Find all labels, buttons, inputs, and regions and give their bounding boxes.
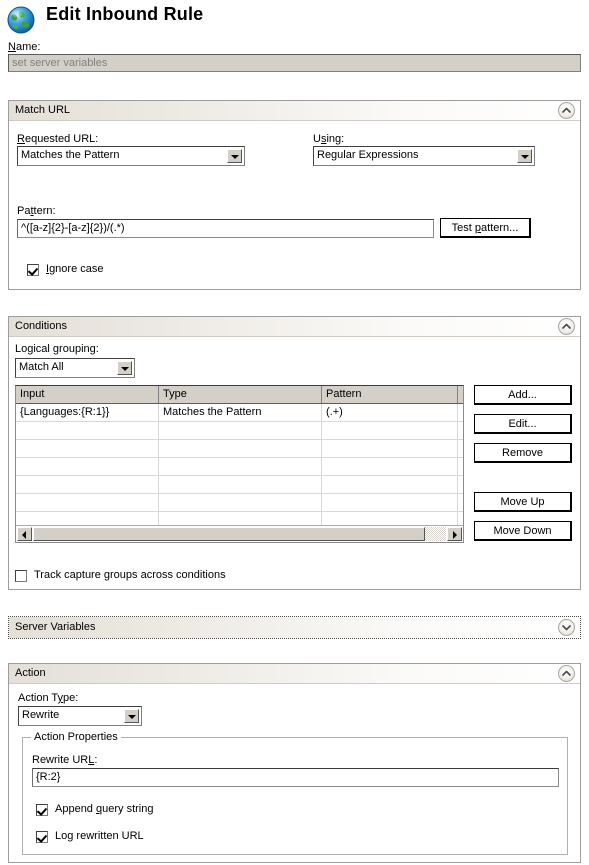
requested-url-value: Matches the Pattern <box>21 149 120 161</box>
globe-icon <box>7 6 35 34</box>
column-header-pattern[interactable]: Pattern <box>322 386 458 403</box>
name-input[interactable]: set server variables <box>8 54 581 72</box>
conditions-title: Conditions <box>15 320 67 332</box>
requested-url-select[interactable]: Matches the Pattern <box>17 146 245 166</box>
table-header-row: Input Type Pattern <box>16 386 463 404</box>
scroll-right-arrow-icon[interactable] <box>447 527 462 541</box>
logical-grouping-label: Logical grouping: <box>15 343 99 355</box>
match-url-title: Match URL <box>15 104 71 116</box>
server-variables-header[interactable]: Server Variables <box>9 617 580 638</box>
checkbox-box <box>36 804 48 816</box>
chevron-down-icon[interactable] <box>517 149 532 163</box>
action-type-select[interactable]: Rewrite <box>18 706 142 726</box>
chevron-down-icon[interactable] <box>117 361 132 375</box>
page-title: Edit Inbound Rule <box>46 4 204 24</box>
chevron-up-icon[interactable] <box>558 102 575 119</box>
action-header: Action <box>9 664 580 684</box>
table-row[interactable]: {Languages:{R:1}} Matches the Pattern (.… <box>16 404 463 422</box>
table-row[interactable] <box>16 422 463 440</box>
table-row[interactable] <box>16 476 463 494</box>
test-pattern-button[interactable]: Test pattern... <box>440 218 531 238</box>
panel-conditions: Conditions Logical grouping: Match All I… <box>8 316 581 590</box>
append-query-string-label: Append query string <box>55 803 154 815</box>
log-rewritten-url-label: Log rewritten URL <box>55 830 144 842</box>
rewrite-url-input[interactable]: {R:2} <box>32 768 559 787</box>
panel-action: Action Action Type: Rewrite Action Prope… <box>8 663 581 863</box>
chevron-down-icon[interactable] <box>227 149 242 163</box>
edit-condition-button[interactable]: Edit... <box>474 414 572 434</box>
panel-match-url: Match URL Requested URL: Matches the Pat… <box>8 100 581 290</box>
rewrite-url-label: Rewrite URL: <box>32 754 98 766</box>
action-properties-title: Action Properties <box>31 731 121 743</box>
cell-input: {Languages:{R:1}} <box>16 404 159 421</box>
horizontal-scrollbar[interactable] <box>16 525 463 542</box>
chevron-up-icon[interactable] <box>558 665 575 682</box>
match-url-header: Match URL <box>9 101 580 121</box>
column-header-type[interactable]: Type <box>159 386 322 403</box>
action-title: Action <box>15 667 46 679</box>
track-capture-groups-label: Track capture groups across conditions <box>34 569 226 581</box>
remove-condition-button[interactable]: Remove <box>474 443 572 463</box>
chevron-down-icon[interactable] <box>124 709 139 723</box>
using-label: Using: <box>313 133 345 145</box>
cell-pattern: (.+) <box>322 404 458 421</box>
action-type-label: Action Type: <box>18 692 79 704</box>
server-variables-title: Server Variables <box>15 621 96 633</box>
table-row[interactable] <box>16 458 463 476</box>
column-header-input[interactable]: Input <box>16 386 159 403</box>
move-up-button[interactable]: Move Up <box>474 492 572 512</box>
table-row[interactable] <box>16 494 463 512</box>
chevron-down-icon[interactable] <box>558 619 575 636</box>
move-down-button[interactable]: Move Down <box>474 521 572 541</box>
conditions-table[interactable]: Input Type Pattern {Languages:{R:1}} Mat… <box>15 385 464 543</box>
action-type-value: Rewrite <box>22 709 60 721</box>
checkbox-box <box>36 831 48 843</box>
conditions-header: Conditions <box>9 317 580 337</box>
requested-url-label: Requested URL: <box>17 133 99 145</box>
add-condition-button[interactable]: Add... <box>474 385 572 405</box>
pattern-input[interactable]: ^([a-z]{2}-[a-z]{2})/(.*) <box>17 219 434 238</box>
table-row[interactable] <box>16 440 463 458</box>
pattern-label: Pattern: <box>17 205 56 217</box>
scroll-left-arrow-icon[interactable] <box>17 527 32 541</box>
using-value: Regular Expressions <box>317 149 419 161</box>
logical-grouping-select[interactable]: Match All <box>15 358 135 378</box>
panel-server-variables[interactable]: Server Variables <box>8 616 581 639</box>
checkbox-box <box>27 264 39 276</box>
chevron-up-icon[interactable] <box>558 318 575 335</box>
logical-grouping-value: Match All <box>19 361 64 373</box>
checkbox-box <box>15 570 27 582</box>
action-properties-group: Action Properties Rewrite URL: {R:2} App… <box>22 731 568 855</box>
cell-type: Matches the Pattern <box>159 404 322 421</box>
page-header: Edit Inbound Rule <box>0 0 589 40</box>
ignore-case-label: Ignore case <box>46 263 104 275</box>
name-label: Name: <box>8 41 41 53</box>
using-select[interactable]: Regular Expressions <box>313 146 535 166</box>
scrollbar-thumb[interactable] <box>33 527 425 541</box>
